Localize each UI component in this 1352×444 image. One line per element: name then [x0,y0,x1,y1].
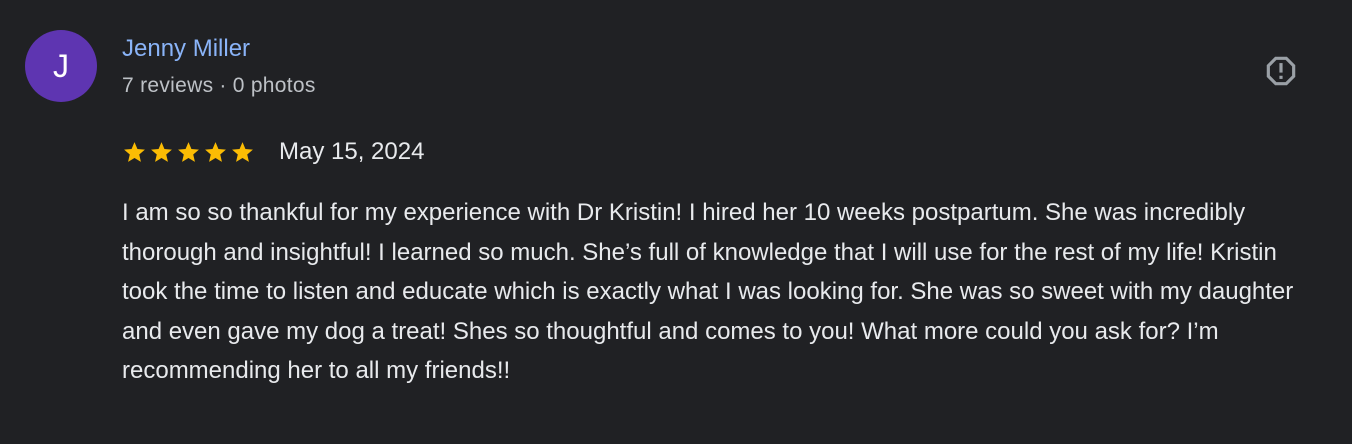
review-text: I am so so thankful for my experience wi… [122,199,1294,385]
avatar-initial: J [53,47,69,84]
report-flag-icon [1266,56,1296,86]
photos-count: 0 photos [232,74,316,97]
reviews-count: 7 reviews [122,74,214,97]
star-icon [205,141,226,162]
avatar[interactable]: J [25,30,97,102]
review-date: May 15, 2024 [279,138,425,165]
report-button[interactable] [1260,50,1302,92]
reviewer-name[interactable]: Jenny Miller [122,34,250,64]
review-card: J Jenny Miller 7 reviews · 0 photos May 15… [0,0,1352,444]
star-rating [122,140,255,165]
rating-row: May 15, 2024 [122,136,424,168]
star-icon [124,141,145,162]
reviewer-meta: 7 reviews · 0 photos [122,72,316,100]
star-icon [178,141,199,162]
star-icon [151,141,172,162]
meta-separator: · [219,74,227,97]
star-icon [232,141,253,162]
